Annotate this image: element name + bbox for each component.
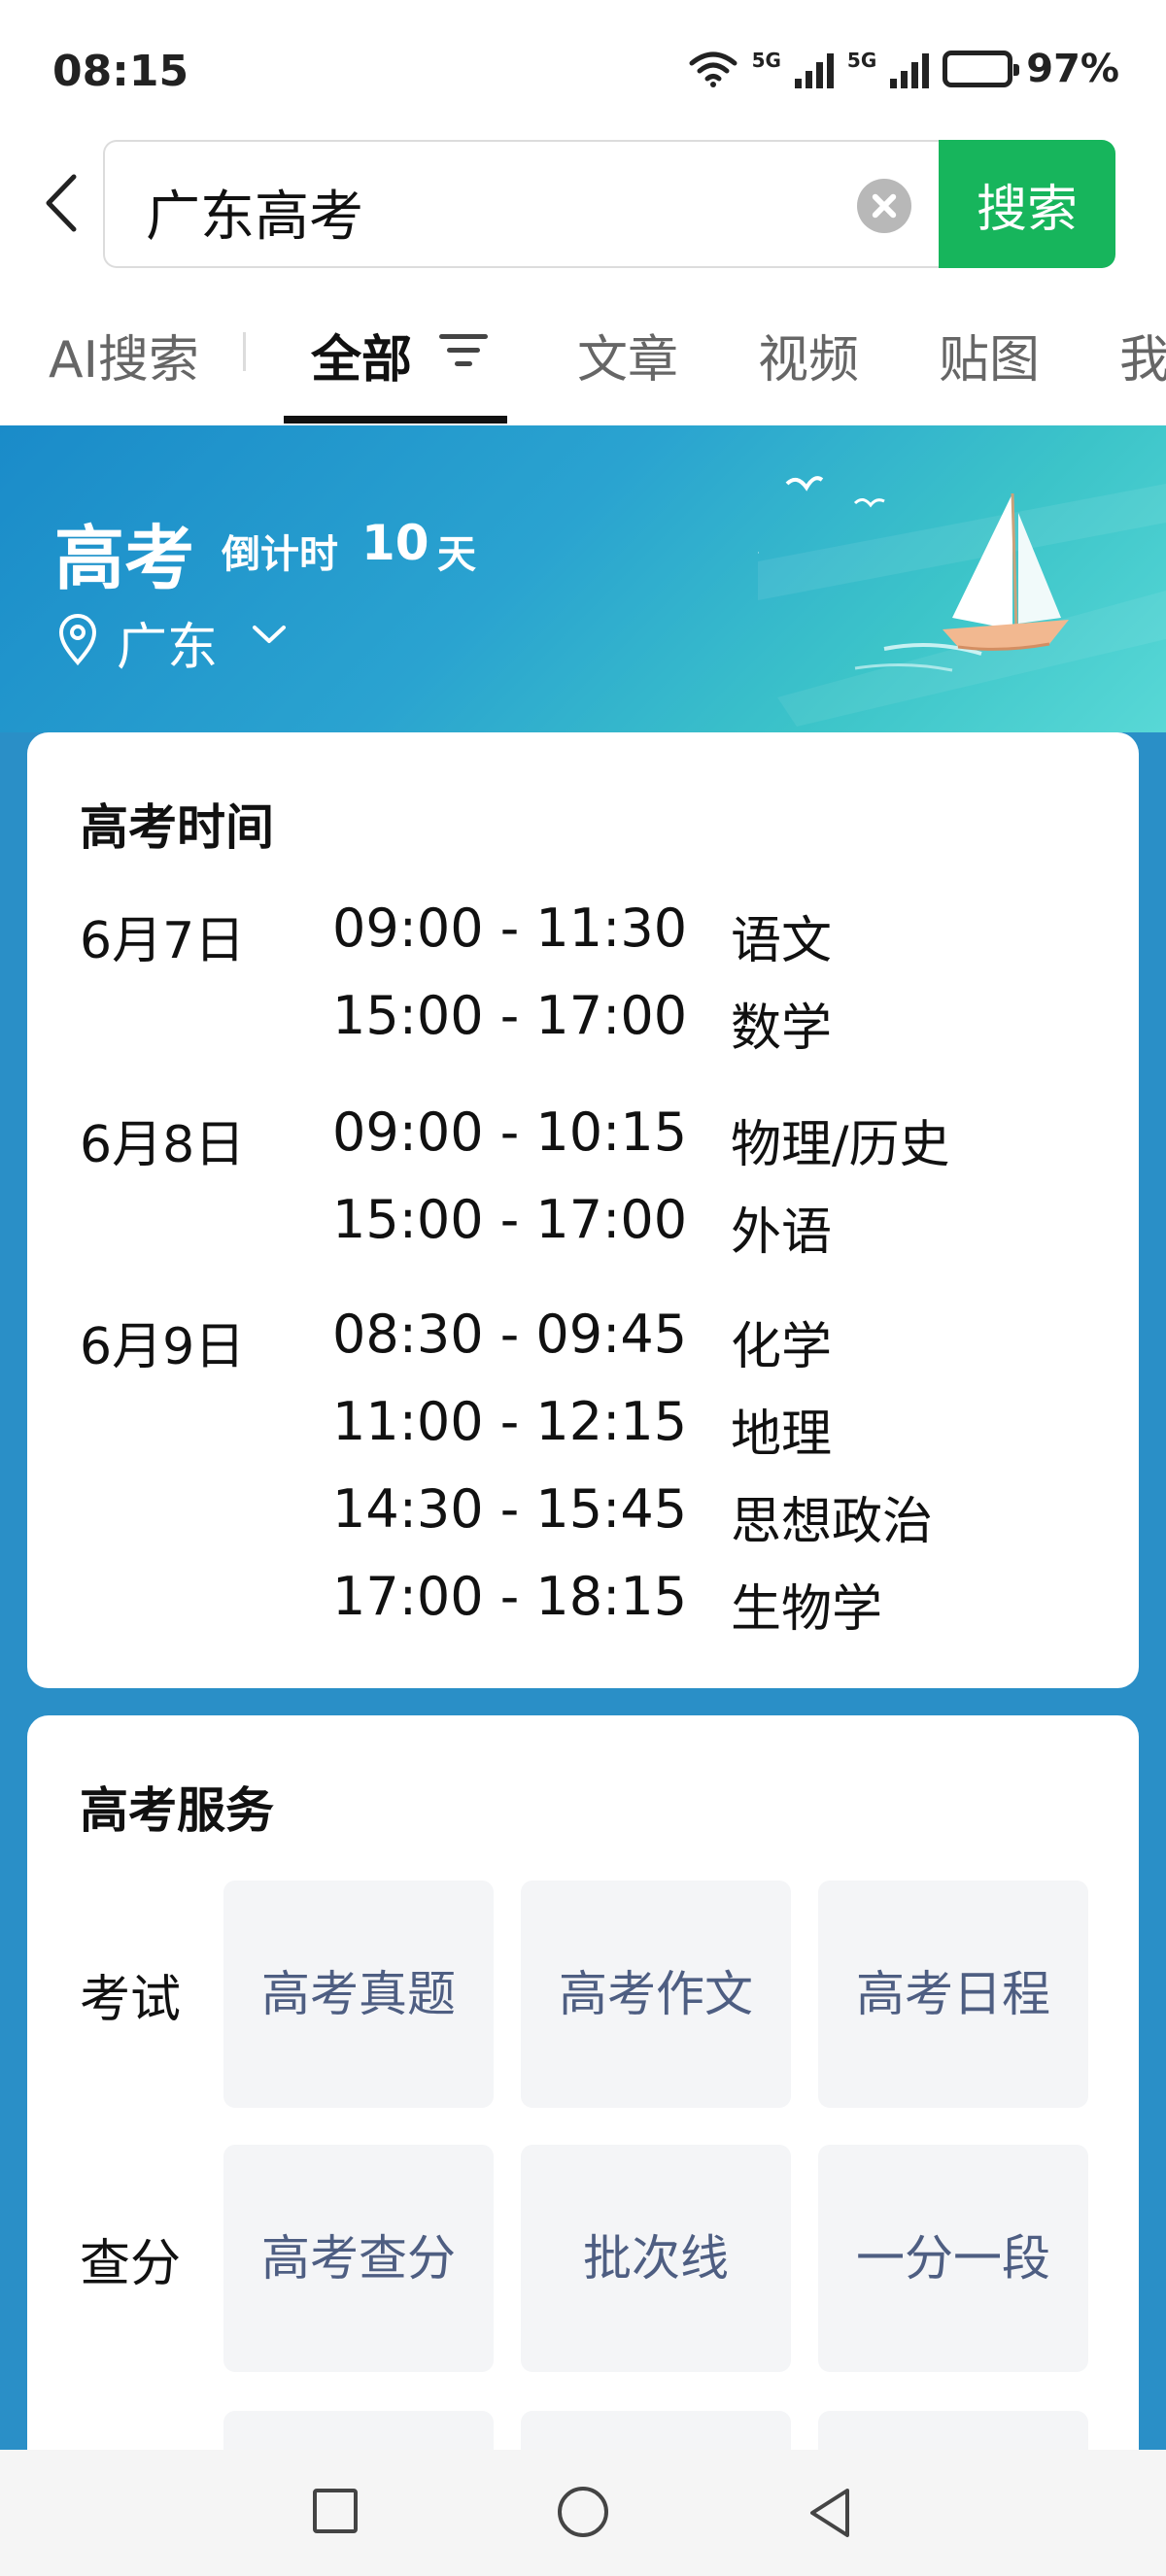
services-title: 高考服务 xyxy=(80,1782,274,1839)
schedule-time: 11:00 - 12:15 xyxy=(332,1391,688,1452)
search-query: 广东高考 xyxy=(146,186,363,249)
signal-icon xyxy=(794,50,834,88)
clear-icon[interactable] xyxy=(857,179,911,233)
countdown-unit: 天 xyxy=(437,532,476,577)
schedule-title: 高考时间 xyxy=(80,799,274,856)
schedule-date: 6月9日 xyxy=(80,1318,246,1376)
exam-services-card: 高考服务 考试 高考真题 高考作文 高考日程 查分 高考查分 批次线 一分一段 xyxy=(27,1715,1139,2576)
tab-articles[interactable]: 文章 xyxy=(577,319,678,391)
schedule-subject: 数学 xyxy=(731,1000,833,1058)
tab-divider xyxy=(243,332,246,371)
gaokao-banner: 高考 倒计时 10 天 广东 xyxy=(0,425,1166,732)
system-nav-bar xyxy=(0,2450,1166,2576)
active-tab-indicator xyxy=(284,416,507,424)
schedule-subject: 思想政治 xyxy=(731,1493,934,1551)
network-type-1: 5G xyxy=(751,49,781,72)
service-essay[interactable]: 高考作文 xyxy=(521,1881,791,2108)
location-selector[interactable]: 广东 xyxy=(117,606,218,679)
search-input[interactable]: 广东高考 xyxy=(103,140,941,268)
chevron-down-icon[interactable] xyxy=(249,620,290,649)
schedule-date: 6月7日 xyxy=(80,912,246,970)
schedule-time: 09:00 - 11:30 xyxy=(332,898,688,959)
wifi-icon xyxy=(689,51,737,87)
countdown-days: 10 xyxy=(361,515,429,571)
location-pin-icon xyxy=(58,614,97,666)
schedule-time: 08:30 - 09:45 xyxy=(332,1304,688,1365)
tab-more[interactable]: 我 xyxy=(1119,319,1166,391)
status-bar: 08:15 5G 5G 97% xyxy=(0,0,1166,136)
service-score-check[interactable]: 高考查分 xyxy=(223,2145,494,2372)
countdown-label: 倒计时 xyxy=(222,532,338,577)
tab-bar: AI搜索 全部 文章 视频 贴图 我 xyxy=(0,272,1166,425)
service-cutoff-line[interactable]: 批次线 xyxy=(521,2145,791,2372)
schedule-time: 17:00 - 18:15 xyxy=(332,1566,688,1627)
service-row-label-score: 查分 xyxy=(80,2235,182,2293)
tab-ai-search[interactable]: AI搜索 xyxy=(49,319,199,391)
service-schedule[interactable]: 高考日程 xyxy=(818,1881,1088,2108)
search-button[interactable]: 搜索 xyxy=(939,140,1115,268)
schedule-time: 15:00 - 17:00 xyxy=(332,1189,688,1250)
exam-schedule-card: 高考时间 6月7日 09:00 - 11:30 语文 15:00 - 17:00… xyxy=(27,732,1139,1688)
schedule-subject: 生物学 xyxy=(731,1580,883,1639)
sailboat-illustration xyxy=(758,476,1166,727)
back-arrow-icon[interactable] xyxy=(39,171,87,235)
schedule-time: 14:30 - 15:45 xyxy=(332,1478,688,1540)
back-triangle-icon[interactable] xyxy=(805,2485,853,2541)
tab-images[interactable]: 贴图 xyxy=(939,319,1040,391)
tab-all[interactable]: 全部 xyxy=(311,319,412,391)
home-button[interactable] xyxy=(558,2487,608,2537)
status-time: 08:15 xyxy=(52,47,189,96)
schedule-subject: 外语 xyxy=(731,1203,833,1262)
schedule-subject: 化学 xyxy=(731,1318,833,1376)
battery-icon xyxy=(943,51,1020,87)
banner-title: 高考 xyxy=(54,518,195,599)
schedule-subject: 地理 xyxy=(731,1406,833,1464)
service-score-rank[interactable]: 一分一段 xyxy=(818,2145,1088,2372)
battery-percent: 97% xyxy=(1026,47,1119,91)
filter-icon[interactable] xyxy=(439,332,488,369)
page: 08:15 5G 5G 97% 广东高考 搜索 AI搜索 全部 文章 视频 贴图… xyxy=(0,0,1166,2576)
schedule-date: 6月8日 xyxy=(80,1116,246,1174)
schedule-time: 09:00 - 10:15 xyxy=(332,1102,688,1163)
service-row-label-exam: 考试 xyxy=(80,1971,182,2029)
schedule-subject: 物理/历史 xyxy=(731,1116,950,1174)
signal-icon-2 xyxy=(890,50,930,88)
tab-videos[interactable]: 视频 xyxy=(758,319,859,391)
schedule-subject: 语文 xyxy=(731,912,833,970)
schedule-time: 15:00 - 17:00 xyxy=(332,985,688,1046)
network-type-2: 5G xyxy=(846,49,877,72)
service-past-papers[interactable]: 高考真题 xyxy=(223,1881,494,2108)
search-row: 广东高考 搜索 xyxy=(0,136,1166,272)
status-icons: 5G 5G 97% xyxy=(688,47,1119,91)
recents-button[interactable] xyxy=(313,2489,358,2533)
